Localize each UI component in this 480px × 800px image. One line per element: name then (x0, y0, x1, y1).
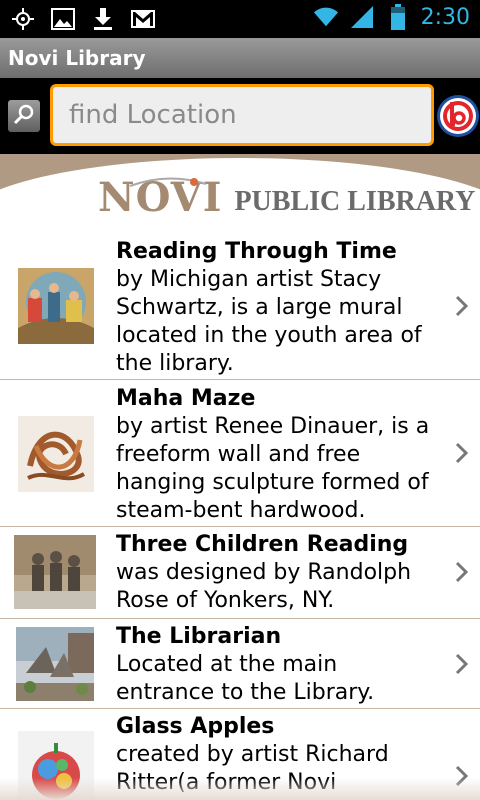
artwork-list: Reading Through Time by Michigan artist … (0, 232, 480, 800)
item-description: by Michigan artist Stacy Schwartz, is a … (116, 267, 422, 376)
librarian-thumbnail (16, 627, 94, 701)
sculpture-thumbnail (18, 416, 94, 492)
app-title: Novi Library (8, 46, 146, 70)
logo-swoosh-icon (129, 177, 207, 187)
library-banner: NOVI PUBLIC LIBRARY (0, 154, 480, 232)
item-description: was designed by Randolph Rose of Yonkers… (116, 560, 412, 613)
mural-thumbnail (18, 268, 94, 344)
clock: 2:30 (420, 4, 470, 30)
chevron-right-icon (455, 653, 468, 675)
item-title: Three Children Reading (116, 532, 409, 557)
item-title: The Librarian (116, 624, 282, 649)
list-item[interactable]: Maha Maze by artist Renee Dinauer, is a … (0, 380, 480, 527)
logo-text: PUBLIC LIBRARY (234, 186, 476, 217)
item-title: Reading Through Time (116, 239, 397, 264)
gmail-icon (130, 6, 156, 32)
b-logo-button[interactable] (436, 94, 480, 138)
item-title: Glass Apples (116, 714, 275, 739)
gps-icon (10, 6, 36, 32)
scroll-fade (0, 778, 480, 800)
image-icon (50, 6, 76, 32)
list-item[interactable]: Reading Through Time by Michigan artist … (0, 232, 480, 380)
list-item[interactable]: The Librarian Located at the main entran… (0, 619, 480, 709)
status-bar: 2:30 (0, 0, 480, 38)
search-icon (13, 103, 35, 129)
chevron-right-icon (455, 561, 468, 583)
chevron-right-icon (455, 295, 468, 317)
battery-icon (385, 4, 411, 30)
item-description: Located at the main entrance to the Libr… (116, 652, 375, 705)
wifi-icon (313, 4, 339, 30)
search-button[interactable] (8, 100, 40, 132)
download-icon (90, 6, 116, 32)
item-title: Maha Maze (116, 386, 256, 411)
title-bar: Novi Library (0, 38, 480, 78)
signal-icon (349, 4, 375, 30)
item-description: by artist Renee Dinauer, is a freeform w… (116, 414, 430, 523)
statue-thumbnail (14, 535, 96, 609)
search-input[interactable] (50, 84, 434, 146)
list-item[interactable]: Three Children Reading was designed by R… (0, 527, 480, 619)
search-bar (0, 78, 480, 154)
chevron-right-icon (455, 442, 468, 464)
b-logo-icon (436, 95, 480, 142)
